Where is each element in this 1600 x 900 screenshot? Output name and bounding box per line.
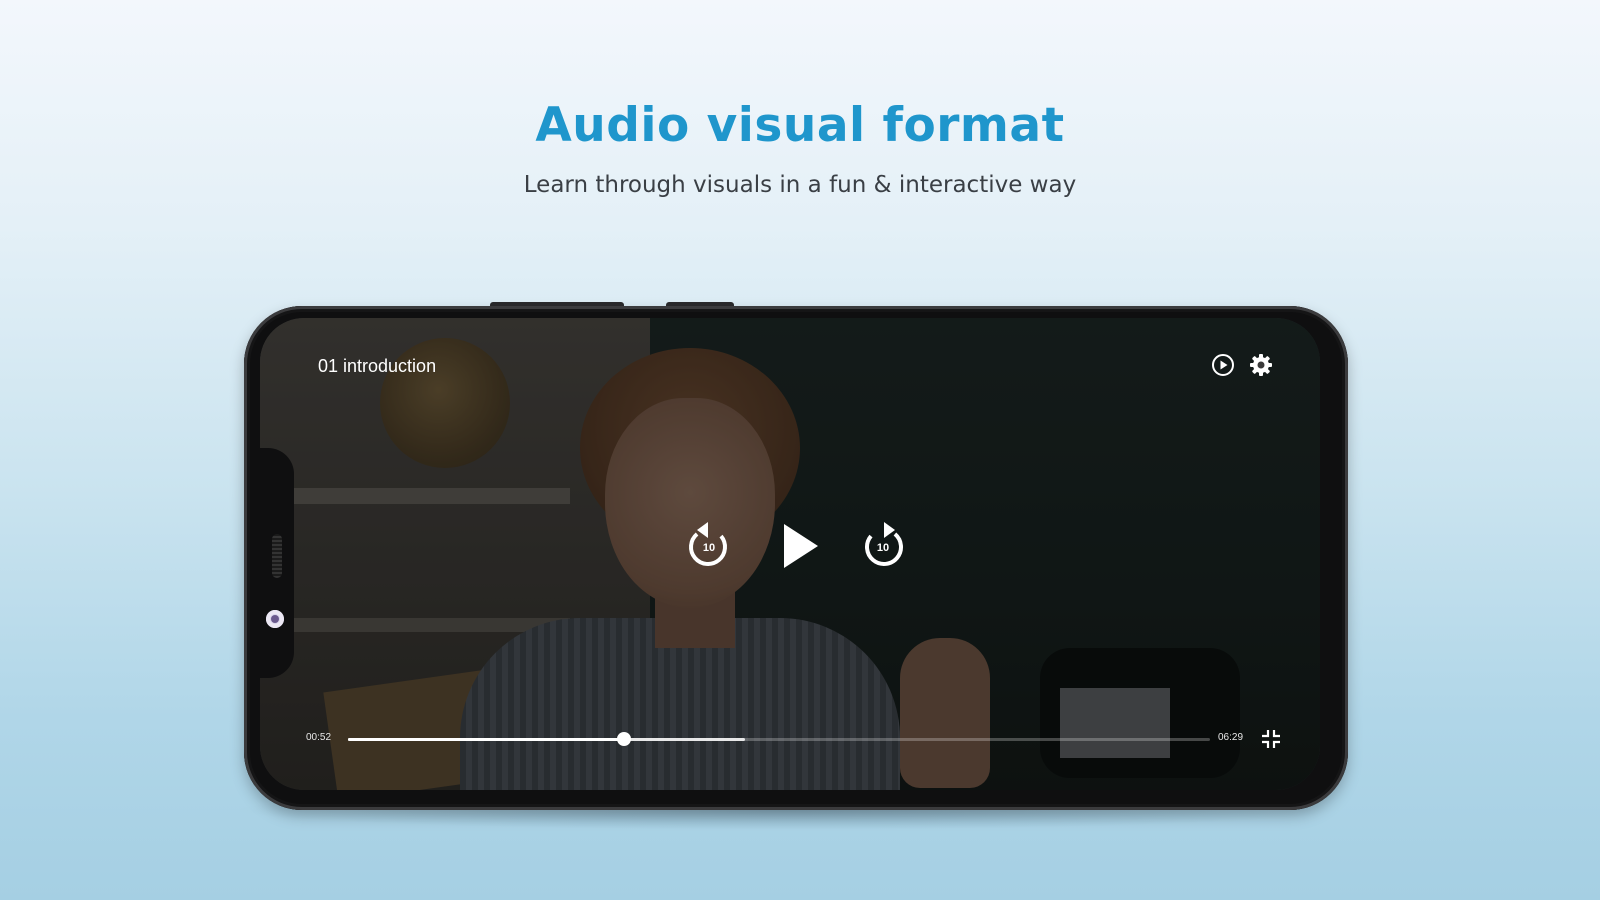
rewind-seconds-label: 10 (702, 542, 716, 554)
gear-icon[interactable] (1248, 352, 1274, 378)
video-player[interactable]: 01 introduction 10 10 00:52 06:29 (260, 318, 1320, 790)
rewind-10-button[interactable]: 10 (684, 518, 732, 570)
play-circle-icon[interactable] (1210, 352, 1236, 378)
phone-notch (260, 448, 294, 678)
page-subheadline: Learn through visuals in a fun & interac… (523, 172, 1077, 198)
forward-10-button[interactable]: 10 (860, 518, 908, 570)
play-button[interactable] (778, 522, 822, 570)
play-icon (784, 524, 818, 568)
fullscreen-exit-icon (1262, 730, 1280, 748)
page-headline: Audio visual format (535, 98, 1065, 153)
phone-mockup: 01 introduction 10 10 00:52 06:29 (244, 306, 1348, 810)
phone-speaker (272, 534, 282, 578)
played-progress (348, 738, 624, 741)
seek-thumb[interactable] (616, 732, 631, 746)
duration-time: 06:29 (1218, 732, 1244, 743)
current-time: 00:52 (306, 732, 332, 743)
seek-bar[interactable] (348, 732, 1210, 746)
fullscreen-exit-button[interactable] (1260, 728, 1282, 750)
video-title: 01 introduction (318, 356, 437, 376)
front-camera (266, 610, 284, 628)
forward-seconds-label: 10 (876, 542, 890, 554)
